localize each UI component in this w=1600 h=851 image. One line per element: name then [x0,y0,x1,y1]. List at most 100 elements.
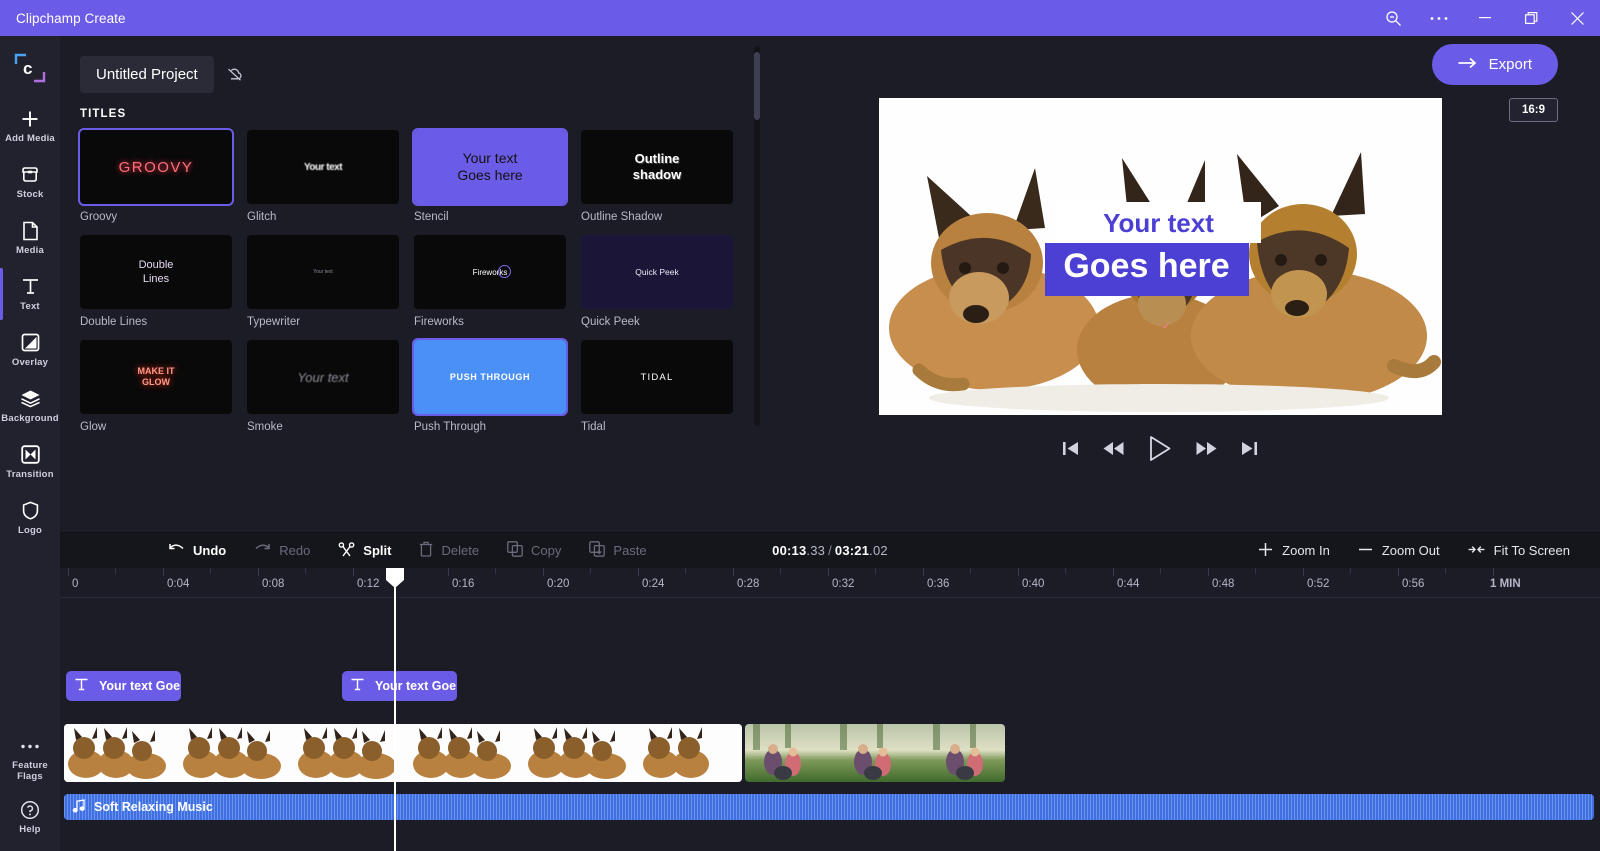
skip-end-icon[interactable] [1241,441,1257,456]
timeline[interactable]: 0 0:04 0:08 0:12 0:16 0:20 0:24 0:28 0:3… [60,568,1600,851]
window-controls [1370,0,1600,36]
title-card-label: Typewriter [247,316,301,328]
text-icon [350,677,365,695]
stock-icon [20,164,40,186]
search-zoom-icon[interactable] [1370,0,1416,36]
zoom-out-button[interactable]: Zoom Out [1346,537,1452,565]
timeline-playhead[interactable] [386,568,404,851]
sidebar-item-media[interactable]: Media [0,210,60,266]
fit-icon [1468,543,1485,559]
ruler-label: 0:48 [1212,578,1235,590]
undo-button[interactable]: Undo [156,538,238,563]
sidebar-label: Transition [6,468,54,480]
sidebar-item-background[interactable]: Background [0,378,60,434]
arrow-right-icon [1458,57,1477,72]
title-card-glow[interactable]: MAKE IT GLOW Glow [80,340,232,433]
title-preview-text: Your text [313,269,333,275]
skip-start-icon[interactable] [1063,441,1079,456]
title-thumbnail: TIDAL [581,340,733,414]
title-thumbnail: Outline shadow [581,130,733,204]
title-card-smoke[interactable]: Your text Smoke [247,340,399,433]
file-icon [22,220,39,242]
zoom-in-label: Zoom In [1282,543,1330,558]
title-card-stencil[interactable]: Your text Goes here Stencil [412,128,568,223]
project-name-input[interactable]: Untitled Project [80,55,214,93]
title-card-tidal[interactable]: TIDAL Tidal [581,340,733,433]
export-button[interactable]: Export [1431,44,1558,85]
timeline-video-clip[interactable] [64,724,742,782]
sidebar-item-overlay[interactable]: Overlay [0,322,60,378]
title-card-double-lines[interactable]: Double Lines Double Lines [80,235,232,328]
delete-label: Delete [441,543,480,558]
title-preview-text: MAKE IT GLOW [137,365,175,387]
timeline-text-clip[interactable]: Your text Goe [342,671,457,701]
cloud-off-icon[interactable] [226,67,243,82]
split-button[interactable]: Split [326,537,403,565]
title-card-outline-shadow[interactable]: Outline shadow Outline Shadow [581,130,733,223]
redo-button[interactable]: Redo [242,538,322,563]
sidebar-label: Media [16,244,44,256]
zoom-in-button[interactable]: Zoom In [1246,537,1342,565]
copy-button[interactable]: Copy [495,536,573,565]
sidebar-item-text[interactable]: Text [0,266,60,322]
undo-icon [168,543,185,558]
timeline-video-clip[interactable] [745,724,1005,782]
title-card-fireworks[interactable]: Fireworks Fireworks [414,235,566,328]
timeline-text-clip[interactable]: Your text Goe [66,671,181,701]
sidebar-item-logo[interactable]: Logo [0,490,60,546]
aspect-ratio-badge[interactable]: 16:9 [1508,98,1558,122]
total-time: 03:21 [834,543,870,558]
close-icon[interactable] [1554,0,1600,36]
total-time-frac: .02 [869,543,888,558]
more-options-icon[interactable] [1416,0,1462,36]
title-card-push-through[interactable]: PUSH THROUGH Push Through [412,338,568,433]
library-section-title: TITLES [80,108,127,120]
sidebar-item-feature-flags[interactable]: Feature Flags [0,729,60,789]
ruler-label: 1 MIN [1490,578,1521,590]
video-preview-stage[interactable]: Your text Goes here [878,98,1442,415]
timeline-ruler[interactable]: 0 0:04 0:08 0:12 0:16 0:20 0:24 0:28 0:3… [60,568,1600,598]
title-card-groovy[interactable]: GROOVY Groovy [78,128,234,223]
text-overlay[interactable]: Your text Goes here [1044,202,1261,296]
title-card-typewriter[interactable]: Your text Typewriter [247,235,399,328]
playback-controls [1063,435,1257,462]
overlay-bottom-text: Goes here [1044,243,1249,296]
title-preview-text: Your text [303,161,343,173]
export-label: Export [1488,56,1532,73]
paste-button[interactable]: Paste [577,536,658,565]
title-thumbnail: PUSH THROUGH [412,338,568,416]
ruler-label: 0:08 [262,578,285,590]
redo-label: Redo [279,543,311,558]
maximize-icon[interactable] [1508,0,1554,36]
fit-to-screen-button[interactable]: Fit To Screen [1456,538,1582,564]
preview-panel: Export 16:9 Your text Goes here [720,36,1600,532]
title-thumbnail: Quick Peek [581,235,733,309]
sidebar-label: Stock [16,188,44,200]
svg-text:c: c [23,59,32,78]
minimize-icon[interactable] [1462,0,1508,36]
trash-icon [419,541,433,560]
title-preview-text: PUSH THROUGH [449,372,531,382]
main-area: Untitled Project TITLES GROOVY Groovy Yo… [60,36,1600,851]
ruler-label: 0:24 [642,578,665,590]
fast-forward-icon[interactable] [1196,441,1217,456]
title-card-quick-peek[interactable]: Quick Peek Quick Peek [581,235,733,328]
sidebar-item-help[interactable]: Help [0,789,60,845]
sidebar-item-stock[interactable]: Stock [0,154,60,210]
zoom-controls: Zoom In Zoom Out Fit To Screen [1246,537,1582,565]
ruler-label: 0:40 [1022,578,1045,590]
sidebar-item-add-media[interactable]: Add Media [0,98,60,154]
title-card-label: Smoke [247,421,283,433]
rewind-icon[interactable] [1103,441,1124,456]
delete-button[interactable]: Delete [407,536,491,565]
timeline-audio-clip[interactable]: Soft Relaxing Music [64,794,1594,820]
library-panel: Untitled Project TITLES GROOVY Groovy Yo… [60,36,760,532]
play-icon[interactable] [1148,435,1172,462]
title-card-glitch[interactable]: Your text Glitch [247,130,399,223]
timecode-display: 00:13.33/03:21.02 [772,543,888,558]
sidebar-item-transition[interactable]: Transition [0,434,60,490]
project-row: Untitled Project [80,36,720,98]
plus-icon [20,108,40,130]
overlay-icon [21,332,40,354]
transition-icon [20,444,40,466]
